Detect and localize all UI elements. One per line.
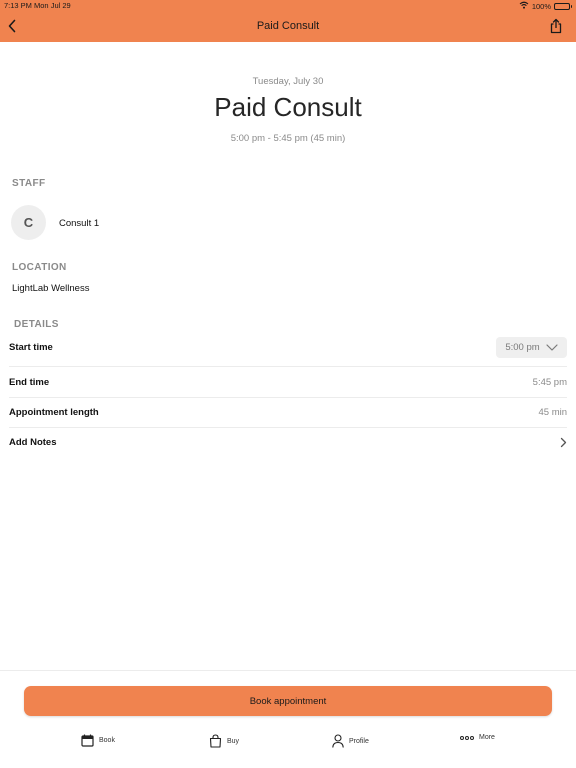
appointment-date: Tuesday, July 30 <box>252 76 324 87</box>
start-time-label: Start time <box>9 342 53 353</box>
appointment-length-value: 45 min <box>538 406 567 418</box>
start-time-picker[interactable]: 5:00 pm <box>496 337 567 358</box>
chevron-right-icon <box>560 437 567 447</box>
end-time-value: 5:45 pm <box>532 376 567 388</box>
tab-book-label: Book <box>99 737 115 744</box>
tab-profile-label: Profile <box>349 737 369 745</box>
battery-icon <box>554 2 572 10</box>
divider <box>9 397 567 398</box>
end-time-row: End time 5:45 pm <box>9 374 567 390</box>
end-time-label: End time <box>9 376 50 388</box>
nav-title: Paid Consult <box>256 20 320 32</box>
tab-book[interactable]: Book <box>81 734 115 747</box>
add-notes-label: Add Notes <box>9 436 57 448</box>
start-time-value: 5:00 pm <box>505 342 540 353</box>
chevron-down-icon <box>546 344 558 351</box>
details-section-label: DETAILS <box>14 319 59 330</box>
appointment-time-range: 5:00 pm - 5:45 pm (45 min) <box>230 133 346 144</box>
location-section-label: LOCATION <box>12 262 67 273</box>
tab-bar: Book Buy Profile More <box>0 734 576 758</box>
book-appointment-button[interactable]: Book appointment <box>24 686 552 716</box>
tab-profile[interactable]: Profile <box>332 734 369 748</box>
location-name: LightLab Wellness <box>12 283 90 294</box>
add-notes-row[interactable]: Add Notes <box>9 434 567 450</box>
divider <box>9 366 567 367</box>
tab-buy[interactable]: Buy <box>209 734 239 748</box>
bottom-divider <box>0 670 576 671</box>
tab-more[interactable]: More <box>460 734 495 741</box>
more-dots-icon <box>460 735 474 740</box>
battery-percent: 100% <box>531 1 551 11</box>
appointment-length-row: Appointment length 45 min <box>9 404 567 420</box>
person-icon <box>332 734 344 748</box>
status-time: 7:13 PM Mon Jul 29 <box>4 1 71 10</box>
staff-section-label: STAFF <box>12 178 46 189</box>
staff-name: Consult 1 <box>59 218 100 229</box>
shopping-bag-icon <box>209 734 222 748</box>
start-time-row: Start time 5:00 pm <box>9 337 567 358</box>
share-button[interactable] <box>548 17 564 35</box>
header-bar: 7:13 PM Mon Jul 29 100% Paid Consult <box>0 0 576 42</box>
tab-buy-label: Buy <box>227 737 240 745</box>
tab-more-label: More <box>479 734 495 741</box>
status-indicators: 100% <box>519 1 572 11</box>
appointment-length-label: Appointment length <box>9 406 99 418</box>
wifi-icon <box>519 1 529 11</box>
share-icon <box>550 18 562 34</box>
divider <box>9 427 567 428</box>
calendar-icon <box>81 734 94 747</box>
appointment-title: Paid Consult <box>214 92 362 122</box>
avatar: C <box>11 205 46 240</box>
